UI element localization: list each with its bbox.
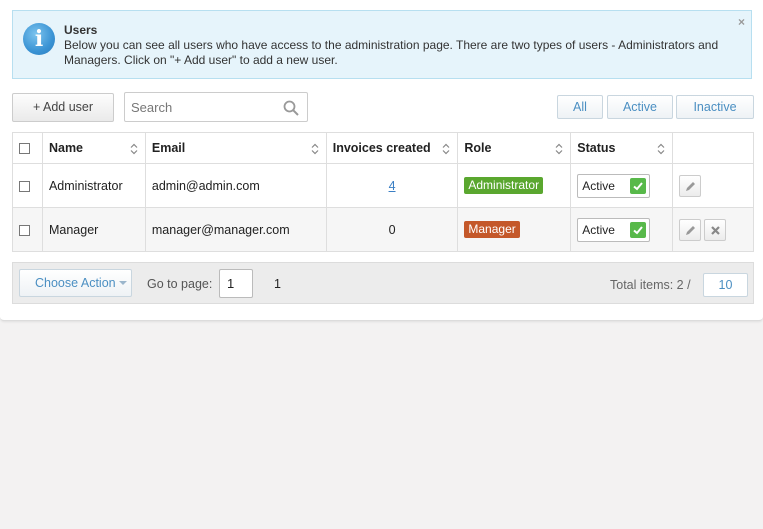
search-icon[interactable]: [283, 100, 299, 116]
caret-down-icon: [119, 281, 127, 285]
edit-button[interactable]: [679, 174, 702, 197]
sort-icon[interactable]: [311, 143, 319, 155]
delete-button[interactable]: [704, 218, 727, 241]
user-email: manager@manager.com: [144, 207, 327, 252]
close-icon[interactable]: ×: [738, 15, 745, 29]
choose-action-label: Choose Action: [35, 276, 116, 290]
sort-icon[interactable]: [657, 143, 665, 155]
check-icon[interactable]: [630, 221, 647, 238]
info-icon: i: [23, 23, 55, 55]
column-header-actions: [672, 132, 754, 164]
user-name: Administrator: [41, 163, 146, 208]
row-select-cell: [12, 207, 43, 252]
status-select[interactable]: Active: [577, 217, 651, 242]
filter-all-button[interactable]: All: [557, 95, 603, 119]
invoices-count-link[interactable]: 4: [389, 179, 396, 193]
column-header-email[interactable]: Email: [144, 132, 327, 164]
actions-cell: [672, 207, 754, 252]
sort-icon[interactable]: [442, 143, 450, 155]
column-header-label: Name: [48, 141, 84, 155]
column-header-invoices[interactable]: Invoices created: [325, 132, 459, 164]
role-badge-administrator: Administrator: [464, 177, 544, 194]
page-total: 1: [274, 277, 281, 291]
filter-inactive-button[interactable]: Inactive: [676, 95, 754, 119]
role-badge-manager: Manager: [464, 221, 520, 238]
row-select-cell: [12, 163, 43, 208]
filter-active-button[interactable]: Active: [607, 95, 673, 119]
invoices-cell: 4: [325, 163, 459, 208]
invoices-count: 0: [325, 207, 459, 252]
column-header-name[interactable]: Name: [41, 132, 146, 164]
table-footer: Choose Action Go to page: 1 1 Total item…: [12, 262, 754, 304]
add-user-button[interactable]: + Add user: [12, 93, 114, 122]
sort-icon[interactable]: [555, 143, 563, 155]
select-all-checkbox[interactable]: [19, 143, 30, 155]
edit-button[interactable]: [679, 218, 702, 241]
user-email: admin@admin.com: [144, 163, 327, 208]
users-panel: i Users Below you can see all users who …: [0, 0, 763, 321]
status-value: Active: [582, 222, 615, 237]
column-header-label: Status: [577, 141, 616, 155]
role-cell: Administrator: [457, 163, 572, 208]
page-number-input[interactable]: 1: [219, 269, 253, 298]
users-table: Name Email Invoices created Role Status: [12, 132, 754, 252]
column-header-status[interactable]: Status: [570, 132, 674, 164]
items-per-page-select[interactable]: 10: [703, 273, 748, 297]
info-text: Below you can see all users who have acc…: [64, 38, 719, 67]
check-icon[interactable]: [630, 177, 647, 194]
select-all-cell: [12, 132, 43, 164]
search-input[interactable]: [125, 93, 275, 121]
goto-page-label: Go to page:: [147, 277, 213, 291]
table-row: Manager manager@manager.com 0 Manager Ac…: [12, 207, 754, 252]
table-header-row: Name Email Invoices created Role Status: [12, 132, 754, 164]
sort-icon[interactable]: [130, 143, 138, 155]
info-box: i Users Below you can see all users who …: [12, 10, 752, 79]
role-cell: Manager: [457, 207, 572, 252]
status-cell: Active: [570, 163, 674, 208]
column-header-label: Invoices created: [332, 141, 431, 155]
pencil-icon: [686, 225, 696, 235]
status-value: Active: [582, 178, 615, 193]
delete-icon: [711, 225, 720, 235]
total-items-label: Total items: 2 /: [610, 278, 691, 292]
pencil-icon: [686, 181, 696, 191]
info-title: Users: [64, 23, 98, 37]
column-header-label: Email: [151, 141, 186, 155]
actions-cell: [672, 163, 754, 208]
search-box: [124, 92, 308, 122]
row-checkbox[interactable]: [19, 180, 30, 192]
status-cell: Active: [570, 207, 674, 252]
column-header-role[interactable]: Role: [457, 132, 572, 164]
user-name: Manager: [41, 207, 146, 252]
column-header-label: Role: [464, 141, 492, 155]
row-checkbox[interactable]: [19, 224, 30, 236]
choose-action-dropdown[interactable]: Choose Action: [19, 269, 132, 297]
status-select[interactable]: Active: [577, 173, 651, 198]
table-row: Administrator admin@admin.com 4 Administ…: [12, 163, 754, 208]
